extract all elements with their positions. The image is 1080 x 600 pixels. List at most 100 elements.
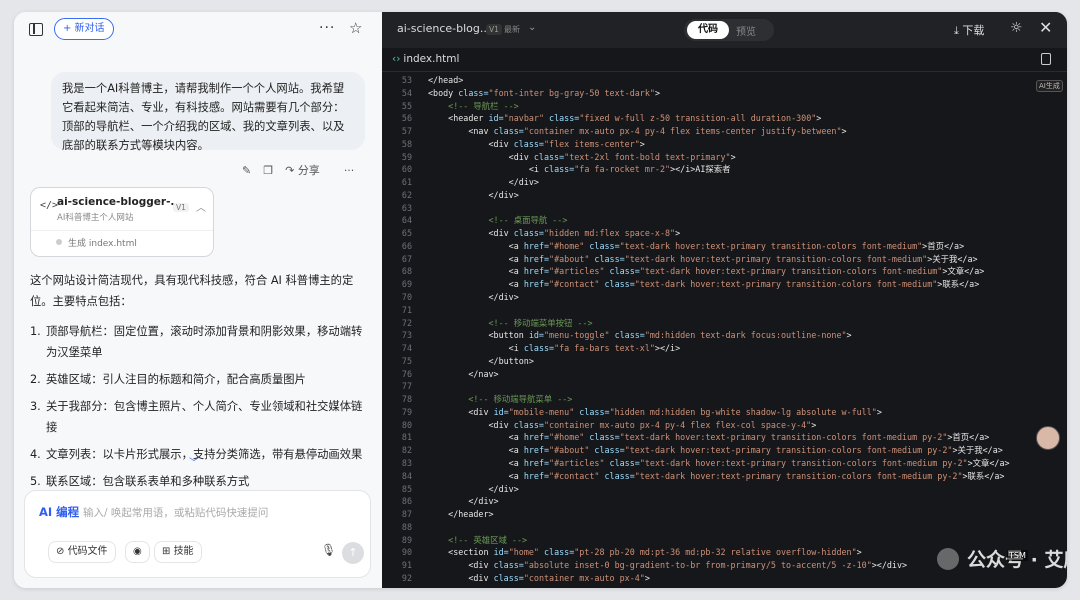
list-text: 文章列表：以卡片形式展示，支持分类筛选，带有悬停动画效果 xyxy=(46,448,363,461)
code-line: 84 <a href="#contact" class="text-dark h… xyxy=(382,470,1067,483)
code-token: class= xyxy=(523,343,555,354)
code-token: "md:hidden text-dark focus:outline-none" xyxy=(644,330,847,341)
code-token: <a xyxy=(428,253,524,264)
star-icon[interactable]: ☆ xyxy=(349,19,362,37)
skills-button[interactable]: ⊞ 技能 xyxy=(154,541,202,563)
new-chat-button[interactable]: + 新对话 xyxy=(54,18,114,40)
ai-coding-tag[interactable]: AI 编程 xyxy=(39,504,79,520)
code-token: "menu-toggle" xyxy=(543,330,615,341)
copy-icon[interactable] xyxy=(1041,53,1051,65)
code-token: id= xyxy=(488,113,504,124)
code-line: 62 </div> xyxy=(382,189,1067,202)
code-token: "mobile-menu" xyxy=(508,406,580,417)
input-box[interactable]: AI 编程 输入/ 唤起常用语，或粘贴代码快速提问 ⊘ 代码文件 ◉ ⊞ 技能 … xyxy=(24,490,371,578)
code-token: "#contact" xyxy=(549,470,605,481)
code-token: <!-- 移动端菜单按钮 --> xyxy=(428,317,593,328)
code-token: <div xyxy=(428,572,494,583)
code-token: <!-- 移动端导航菜单 --> xyxy=(428,394,573,405)
code-token: > xyxy=(856,547,862,558)
line-number: 54 xyxy=(401,87,412,98)
code-line: 80 <div class="container mx-auto px-4 py… xyxy=(382,419,1067,432)
code-line: 83 <a href="#articles" class="text-dark … xyxy=(382,457,1067,470)
close-icon[interactable]: ✕ xyxy=(1039,18,1052,37)
code-line: 92 <div class="container mx-auto px-4"> xyxy=(382,572,1067,585)
artifact-card[interactable]: </> ai-science-blogger-... AI科普博主个人网站 V1… xyxy=(30,187,214,257)
more-icon[interactable]: ··· xyxy=(344,164,355,177)
list-item: 3. 关于我部分：包含博主照片、个人简介、专业领域和社交媒体链接 xyxy=(30,396,365,438)
line-number: 80 xyxy=(401,419,412,430)
file-tab[interactable]: ‹› index.html xyxy=(392,53,459,65)
status-dot xyxy=(56,239,62,245)
code-token: class= xyxy=(594,445,625,456)
code-token: "text-dark hover:text-primary transition… xyxy=(639,457,968,468)
code-line: 69 <a href="#contact" class="text-dark h… xyxy=(382,278,1067,291)
code-token: class= xyxy=(609,266,640,277)
code-token: </div> xyxy=(428,189,519,200)
code-token: class= xyxy=(579,406,610,417)
code-token: >关于我</a> xyxy=(927,253,978,264)
avatar xyxy=(1036,426,1060,450)
edit-icon[interactable]: ✎ xyxy=(242,164,251,177)
code-token: <button xyxy=(428,330,529,341)
list-text: 顶部导航栏：固定位置，滚动时添加背景和阴影效果，移动端转为汉堡菜单 xyxy=(46,325,363,359)
code-token: "#about" xyxy=(549,445,595,456)
code-token: class= xyxy=(513,228,544,239)
code-token: <div xyxy=(428,151,534,162)
line-number: 61 xyxy=(401,177,412,188)
code-token: "#about" xyxy=(549,253,595,264)
code-token: class= xyxy=(533,151,565,162)
code-token: <div xyxy=(428,560,494,571)
code-editor[interactable]: 53 </head> 54 <body class="font-inter bg-gr… xyxy=(382,74,1067,585)
send-button[interactable]: ↑ xyxy=(342,542,364,564)
line-number: 58 xyxy=(401,138,412,149)
copy-icon[interactable]: ❐ xyxy=(263,164,273,177)
download-button[interactable]: ⤓ 下载 xyxy=(954,22,984,38)
code-token: href= xyxy=(523,266,550,277)
line-number: 84 xyxy=(401,470,412,481)
tab-preview[interactable]: 预览 xyxy=(736,23,756,38)
prompt-input[interactable]: 输入/ 唤起常用语，或粘贴代码快速提问 xyxy=(83,505,268,520)
mic-icon[interactable]: 🎙 xyxy=(321,543,336,557)
theme-toggle-icon[interactable]: ☼ xyxy=(1010,20,1023,36)
sidebar-toggle-icon[interactable] xyxy=(29,23,43,36)
code-panel: ai-science-blog... V1 最新 ⌄ 代码 预览 ⤓ 下载 ☼ … xyxy=(382,12,1067,588)
chevron-up-icon[interactable]: ︿ xyxy=(196,199,206,214)
code-token: "text-dark hover:text-primary transition… xyxy=(619,240,923,251)
github-button[interactable]: ◉ xyxy=(125,541,150,563)
code-token: href= xyxy=(523,279,550,290)
code-file-button[interactable]: ⊘ 代码文件 xyxy=(48,541,116,563)
code-token: >文章</a> xyxy=(967,457,1010,468)
code-line: 75 </button> xyxy=(382,355,1067,368)
more-icon[interactable]: ··· xyxy=(319,20,335,36)
line-number: 78 xyxy=(401,394,412,405)
code-line: 86 </div> xyxy=(382,495,1067,508)
latest-label: 最新 xyxy=(504,25,520,34)
code-token: class= xyxy=(589,240,620,251)
tab-code[interactable]: 代码 xyxy=(687,21,729,39)
list-text: 英雄区域：引人注目的标题和简介，配合高质量图片 xyxy=(46,373,306,386)
code-token: id= xyxy=(528,330,544,341)
code-line: 64 <!-- 桌面导航 --> xyxy=(382,214,1067,227)
line-number: 83 xyxy=(401,457,412,468)
code-token: "#contact" xyxy=(549,279,605,290)
line-number: 59 xyxy=(401,151,412,162)
code-token: </div> xyxy=(428,292,519,303)
code-token: "container mx-auto px-4 py-4 flex items-… xyxy=(523,126,842,137)
chat-header: + 新对话 ··· ☆ xyxy=(14,12,382,48)
code-token: <a xyxy=(428,432,524,443)
scroll-down-icon[interactable]: ﹀ xyxy=(189,454,199,469)
code-token: "hidden md:flex space-x-8" xyxy=(543,228,676,239)
code-token: "#home" xyxy=(549,432,590,443)
code-token: >联系</a> xyxy=(937,279,980,290)
code-line: 60 <i class="fa fa-rocket mr-2"></i>AI探索… xyxy=(382,163,1067,176)
code-line: 58 <div class="flex items-center"> xyxy=(382,138,1067,151)
chevron-down-icon[interactable]: ⌄ xyxy=(528,22,536,33)
code-token: class= xyxy=(493,572,524,583)
response-intro: 这个网站设计简洁现代，具有现代科技感，符合 AI 科普博主的定位。主要特点包括： xyxy=(30,274,354,308)
code-token: "text-dark hover:text-primary transition… xyxy=(634,470,963,481)
line-number: 77 xyxy=(401,381,412,392)
share-button[interactable]: ↷ 分享 xyxy=(285,164,332,177)
code-token: "container mx-auto px-4" xyxy=(523,572,645,583)
wechat-icon xyxy=(937,548,959,570)
code-line: 90 <section id="home" class="pt-28 pb-20… xyxy=(382,546,1067,559)
